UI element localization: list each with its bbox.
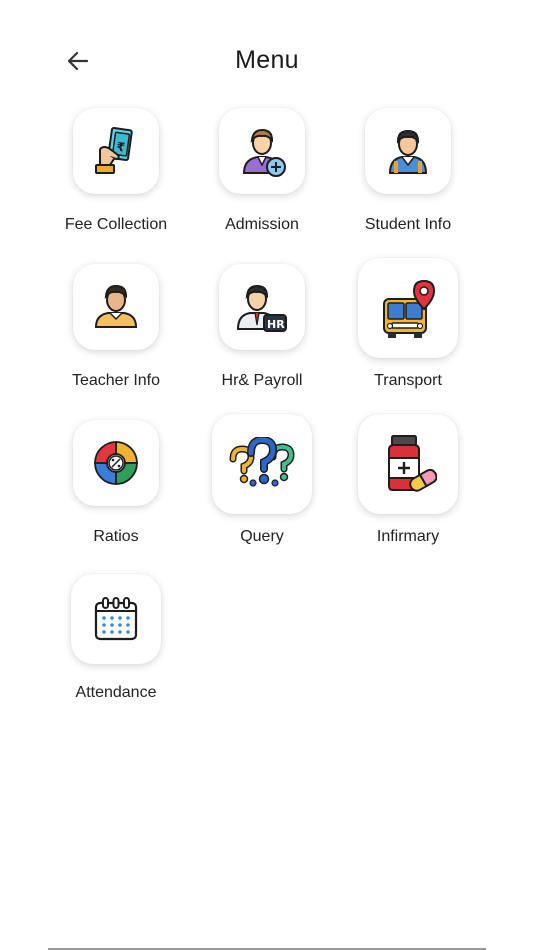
menu-card[interactable] xyxy=(358,414,458,514)
app-header: Menu xyxy=(0,0,534,110)
menu-card[interactable] xyxy=(73,420,159,506)
menu-card[interactable] xyxy=(73,264,159,350)
admission-icon xyxy=(242,128,286,177)
menu-card[interactable] xyxy=(358,258,458,358)
menu-item-student-info[interactable]: Student Info xyxy=(335,108,481,248)
menu-item-query[interactable]: Query xyxy=(189,414,335,560)
menu-item-label: Fee Collection xyxy=(64,216,168,233)
ratios-chart-icon xyxy=(94,441,138,485)
transport-bus-icon xyxy=(383,279,436,338)
menu-item-label: Transport xyxy=(374,372,442,389)
menu-card[interactable] xyxy=(212,414,312,514)
hr-payroll-icon: HR xyxy=(236,284,287,332)
menu-item-infirmary[interactable]: Infirmary xyxy=(335,414,481,560)
menu-card[interactable] xyxy=(71,574,161,664)
menu-item-admission[interactable]: Admission xyxy=(189,108,335,248)
student-info-icon xyxy=(388,129,428,174)
menu-item-transport[interactable]: Transport xyxy=(335,258,481,404)
menu-card[interactable]: ₹ xyxy=(73,108,159,194)
menu-item-label: Attendance xyxy=(75,684,157,701)
svg-text:HR: HR xyxy=(267,318,285,331)
attendance-calendar-icon xyxy=(94,597,138,641)
menu-item-hr-payroll[interactable]: HR Hr& Payroll xyxy=(189,264,335,404)
infirmary-medicine-icon xyxy=(388,435,437,492)
menu-card[interactable] xyxy=(365,108,451,194)
menu-item-label: Teacher Info xyxy=(71,372,161,389)
menu-item-label: Student Info xyxy=(364,216,452,233)
menu-item-label: Hr& Payroll xyxy=(221,372,303,389)
menu-card[interactable]: HR xyxy=(219,264,305,350)
menu-item-label: Infirmary xyxy=(376,528,440,545)
menu-item-ratios[interactable]: Ratios xyxy=(43,420,189,560)
menu-item-label: Admission xyxy=(225,216,299,233)
query-question-icon xyxy=(229,437,295,487)
menu-item-teacher-info[interactable]: Teacher Info xyxy=(43,264,189,404)
fee-collection-icon: ₹ xyxy=(95,127,133,174)
menu-item-label: Ratios xyxy=(93,528,139,545)
teacher-info-icon xyxy=(94,284,138,328)
page-title: Menu xyxy=(235,46,299,74)
menu-item-label: Query xyxy=(240,528,284,545)
menu-item-attendance[interactable]: Attendance xyxy=(43,574,189,716)
menu-item-fee-collection[interactable]: ₹ Fee Collection xyxy=(43,108,189,248)
menu-card[interactable] xyxy=(219,108,305,194)
